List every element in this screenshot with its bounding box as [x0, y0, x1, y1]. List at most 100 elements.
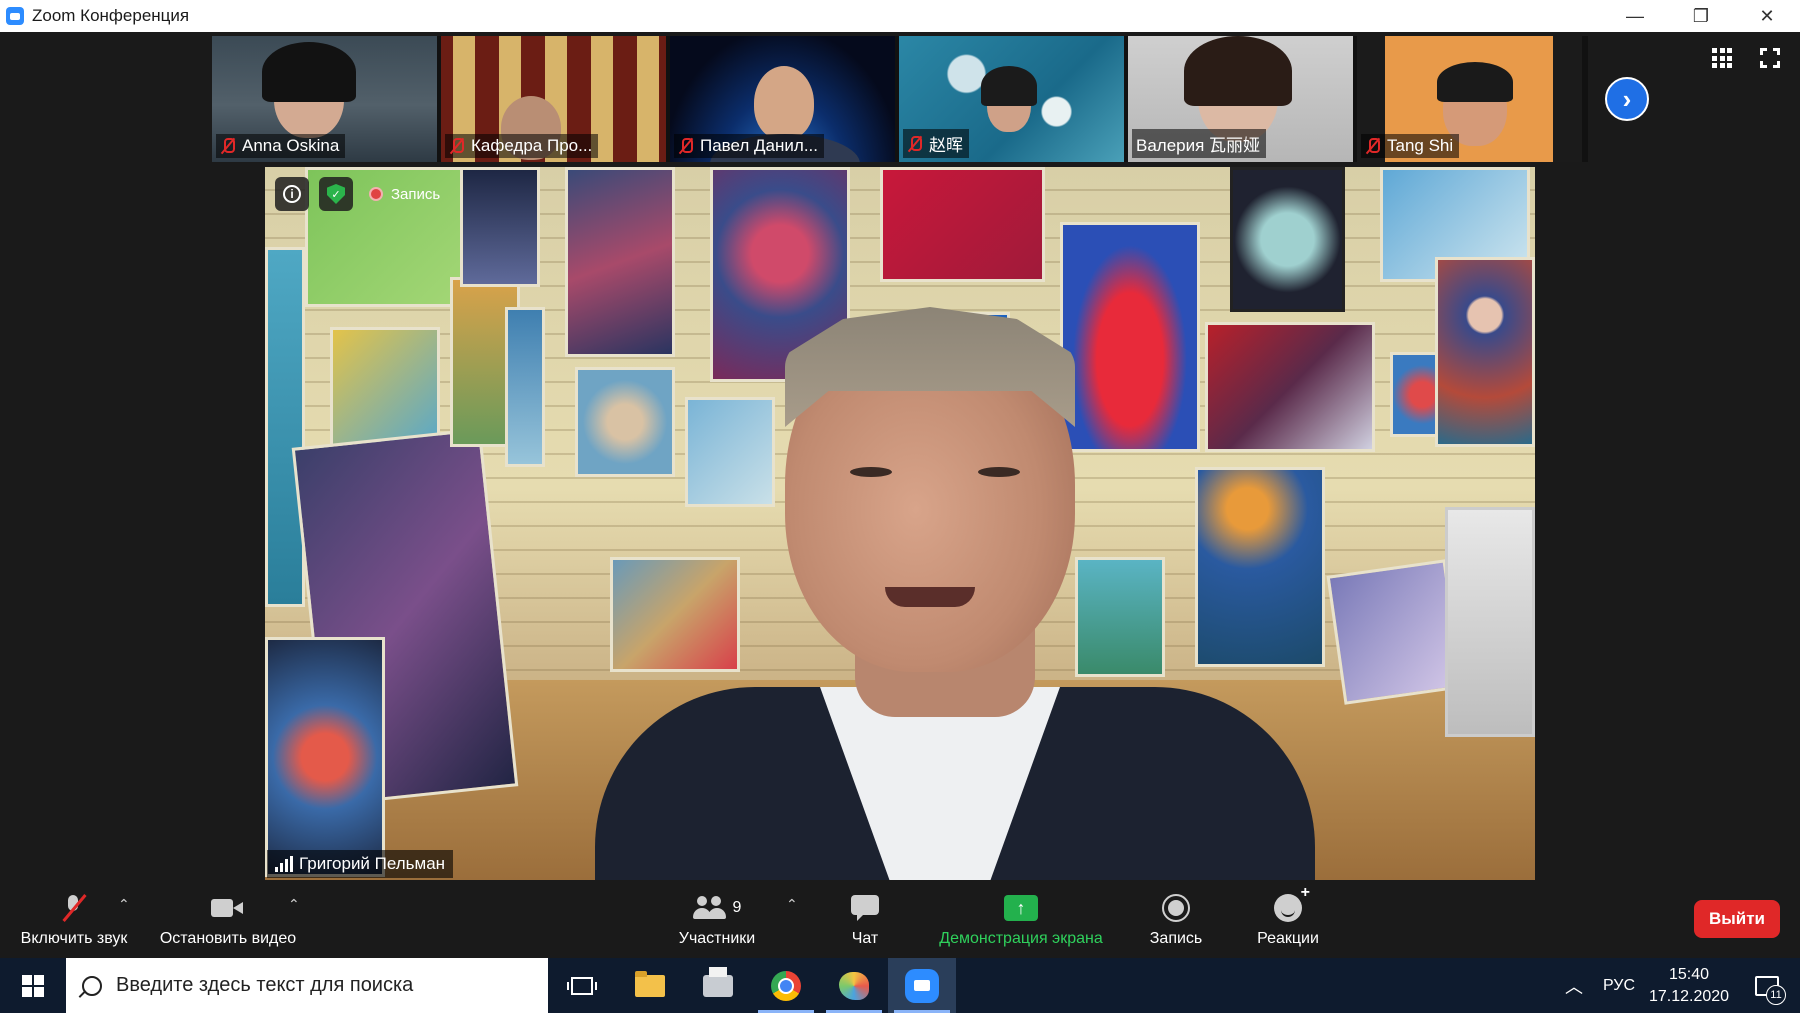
- participant-thumbnail[interactable]: Tang Shi: [1357, 36, 1582, 162]
- leave-meeting-button[interactable]: Выйти: [1694, 900, 1780, 938]
- chrome-button[interactable]: [752, 958, 820, 1013]
- record-button[interactable]: Запись: [1136, 882, 1216, 958]
- stop-video-label: Остановить видео: [159, 930, 297, 947]
- active-speaker-video: i ✓ Запись Григорий Пельман: [265, 167, 1535, 880]
- chat-button[interactable]: Чат: [832, 882, 898, 958]
- participants-count: 9: [732, 899, 742, 916]
- painting: [1230, 167, 1345, 312]
- video-options-caret-icon[interactable]: ⌃: [288, 896, 300, 913]
- participant-thumbnail[interactable]: Anna Oskina: [212, 36, 437, 162]
- painting: [685, 397, 775, 507]
- mic-muted-icon: [678, 137, 694, 155]
- painting: [1435, 257, 1535, 447]
- participant-name-tag: 赵晖: [903, 129, 969, 158]
- meeting-toolbar: Включить звук ⌃ Остановить видео ⌃ 9 Уча…: [0, 882, 1800, 958]
- minimize-button[interactable]: —: [1602, 0, 1668, 32]
- participant-hair: [262, 42, 356, 102]
- windows-logo-icon: [22, 974, 44, 997]
- folded-chairs: [1445, 507, 1535, 737]
- painting: [1075, 557, 1165, 677]
- recording-label: Запись: [391, 185, 441, 203]
- reactions-button[interactable]: Реакции: [1246, 882, 1330, 958]
- next-page-arrow-button[interactable]: ›: [1605, 77, 1649, 121]
- participant-thumbnail[interactable]: Валерия 瓦丽娅: [1128, 36, 1353, 162]
- file-explorer-button[interactable]: [616, 958, 684, 1013]
- show-hidden-icons-chevron-icon[interactable]: ︿: [1554, 973, 1594, 999]
- participant-name: Валерия 瓦丽娅: [1136, 136, 1261, 155]
- meeting-area: Anna Oskina Кафедра Про... Павел Данил..…: [0, 32, 1800, 882]
- task-view-button[interactable]: [548, 958, 616, 1013]
- unmute-button[interactable]: Включить звук: [12, 882, 136, 958]
- share-screen-icon: ↑: [1004, 895, 1038, 921]
- participant-hair: [981, 66, 1037, 106]
- reactions-icon: [1274, 884, 1310, 922]
- painting: [505, 307, 545, 467]
- participant-name: Anna Oskina: [242, 136, 340, 155]
- close-button[interactable]: ✕: [1734, 0, 1800, 32]
- paint-app-button[interactable]: [820, 958, 888, 1013]
- mic-muted-icon: [1365, 137, 1381, 155]
- record-label: Запись: [1149, 930, 1203, 947]
- printer-icon: [703, 966, 733, 997]
- reactions-label: Реакции: [1257, 930, 1319, 947]
- participant-thumbnail[interactable]: Кафедра Про...: [441, 36, 666, 162]
- painting: [1205, 322, 1375, 452]
- participant-name: 赵晖: [929, 136, 963, 155]
- painting: [610, 557, 740, 672]
- participant-face: [754, 66, 814, 140]
- painting: [460, 167, 540, 287]
- speaker-eyes: [850, 467, 1020, 481]
- participants-button[interactable]: 9 Участники: [664, 882, 770, 958]
- share-screen-button[interactable]: ↑ Демонстрация экрана: [926, 882, 1116, 958]
- participant-name-tag: Валерия 瓦丽娅: [1132, 129, 1267, 158]
- windows-taskbar: Введите здесь текст для поиска ︿ РУС 15:…: [0, 958, 1800, 1013]
- action-center-button[interactable]: 11: [1734, 958, 1800, 1013]
- zoom-app-icon: [905, 968, 939, 1003]
- painting: [330, 327, 440, 447]
- participant-thumbnail[interactable]: Павел Данил...: [670, 36, 895, 162]
- input-language-indicator[interactable]: РУС: [1594, 977, 1644, 995]
- painting: [265, 247, 305, 607]
- chrome-icon: [771, 970, 801, 1001]
- participant-name-tag: Tang Shi: [1361, 134, 1460, 158]
- gallery-view-icon[interactable]: [1712, 48, 1732, 68]
- painting: [265, 637, 385, 877]
- printer-app-button[interactable]: [684, 958, 752, 1013]
- task-view-icon: [567, 976, 597, 995]
- clock-date: 17.12.2020: [1648, 987, 1730, 1005]
- speaker-mouth: [885, 587, 975, 607]
- participant-name-tag: Anna Oskina: [216, 134, 346, 158]
- folder-icon: [635, 970, 665, 997]
- painting: [1195, 467, 1325, 667]
- fullscreen-icon[interactable]: [1760, 48, 1780, 68]
- participant-name: Tang Shi: [1387, 136, 1454, 155]
- clock-time: 15:40: [1668, 965, 1710, 983]
- restore-button[interactable]: ❐: [1668, 0, 1734, 32]
- chat-label: Чат: [851, 930, 879, 947]
- signal-strength-icon: [275, 856, 293, 872]
- participant-thumbnail[interactable]: 赵晖: [899, 36, 1124, 162]
- start-button[interactable]: [0, 958, 66, 1013]
- encryption-shield-icon[interactable]: ✓: [319, 177, 353, 211]
- share-screen-label: Демонстрация экрана: [939, 930, 1103, 947]
- meeting-info-icon[interactable]: i: [275, 177, 309, 211]
- participants-label: Участники: [678, 930, 756, 947]
- zoom-taskbar-button[interactable]: [888, 958, 956, 1013]
- stop-video-button[interactable]: Остановить видео: [150, 882, 306, 958]
- chat-icon: [851, 895, 879, 921]
- painting: [565, 167, 675, 357]
- audio-options-caret-icon[interactable]: ⌃: [118, 896, 130, 913]
- search-placeholder: Введите здесь текст для поиска: [116, 974, 414, 996]
- participants-options-caret-icon[interactable]: ⌃: [786, 896, 798, 913]
- notification-count-badge: 11: [1766, 985, 1786, 1005]
- record-icon: [1162, 894, 1190, 922]
- participant-name-tag: Павел Данил...: [674, 134, 824, 158]
- taskbar-search-box[interactable]: Введите здесь текст для поиска: [66, 958, 548, 1013]
- system-tray: ︿ РУС 15:40 17.12.2020 11: [1554, 958, 1800, 1013]
- speaker-name: Григорий Пельман: [299, 854, 446, 873]
- participant-hair: [1437, 62, 1513, 102]
- participant-thumbnail-strip: Anna Oskina Кафедра Про... Павел Данил..…: [212, 36, 1588, 162]
- taskbar-clock[interactable]: 15:40 17.12.2020: [1644, 964, 1734, 1008]
- painting: [1060, 222, 1200, 452]
- mic-muted-icon: [59, 893, 89, 923]
